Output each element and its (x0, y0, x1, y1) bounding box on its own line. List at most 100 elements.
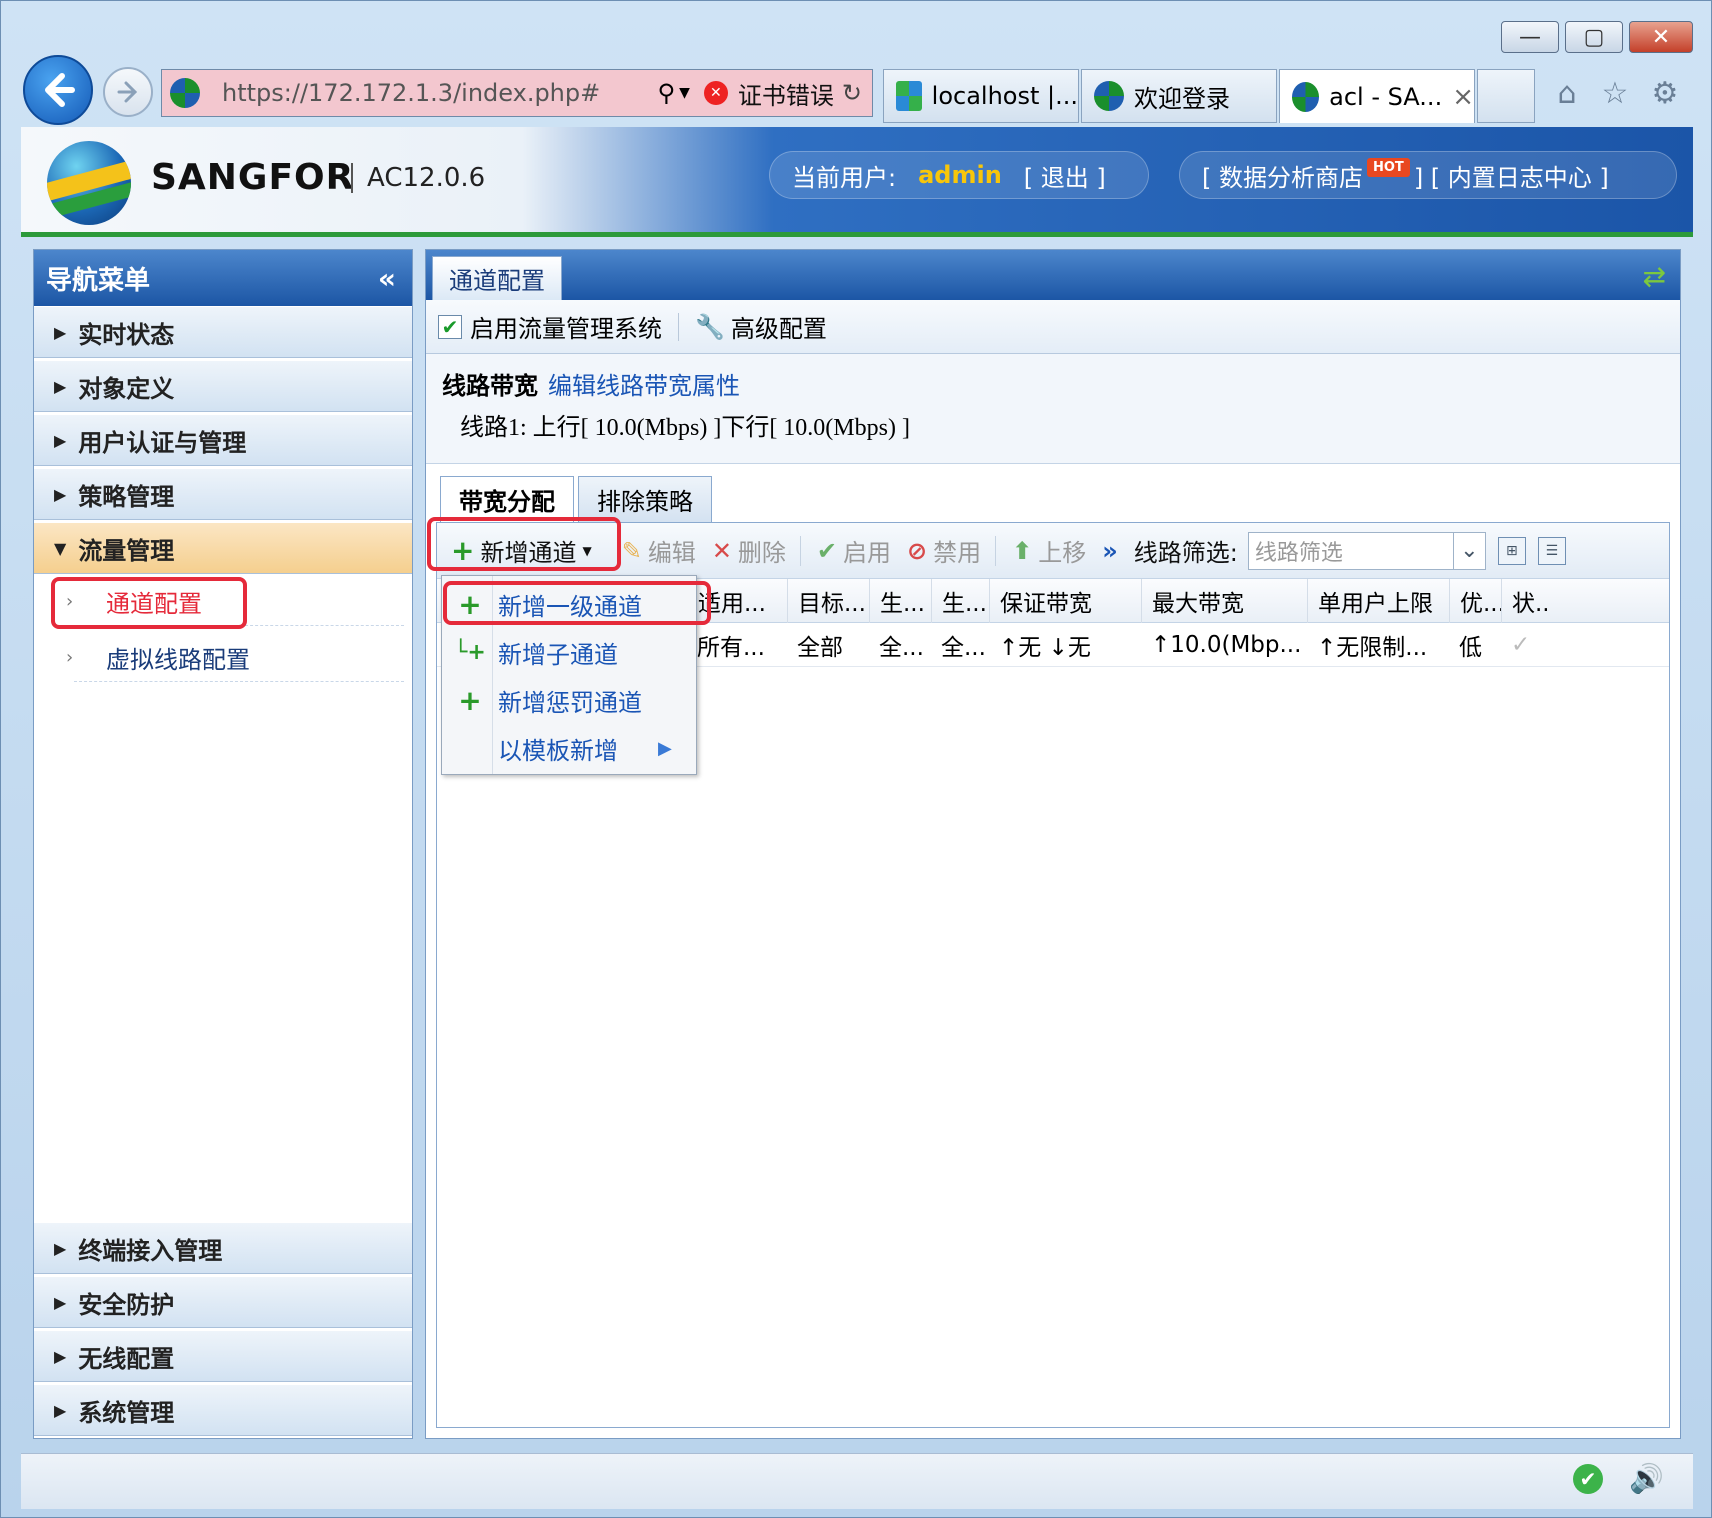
wrench-icon: 🔧 (695, 312, 725, 341)
sidebar-item-system[interactable]: ▶ 系统管理 (34, 1384, 412, 1436)
menu-item-add-sub-channel[interactable]: └+ 新增子通道 (442, 628, 696, 676)
edit-button[interactable]: ✎ 编辑 (622, 533, 696, 568)
delete-x-icon: ✕ (711, 536, 732, 565)
menu-label: 实时状态 (78, 320, 175, 349)
sidebar-item-endpoint[interactable]: ▶ 终端接入管理 (34, 1222, 412, 1274)
move-up-label: 上移 (1038, 539, 1087, 567)
sidebar-item-objects[interactable]: ▶ 对象定义 (34, 360, 412, 412)
line-bandwidth-text: 线路1: 上行[ 10.0(Mbps) ]下行[ 10.0(Mbps) ] (460, 415, 910, 441)
sangfor-favicon-icon (1292, 81, 1320, 112)
expand-arrow-icon: ▶ (54, 376, 67, 396)
address-bar[interactable]: https://172.172.1.3/index.php# ⚲ ▼ ✕ 证书错… (161, 69, 873, 117)
localhost-favicon-icon (896, 81, 922, 111)
refresh-icon[interactable]: ⇄ (1643, 260, 1666, 293)
tab-localhost[interactable]: localhost |... (883, 69, 1079, 123)
expand-all-icon[interactable]: ⊞ (1497, 536, 1526, 565)
check-icon: ✔ (816, 536, 838, 565)
tab-close-icon[interactable]: × (1452, 82, 1474, 112)
sidebar-item-policy[interactable]: ▶ 策略管理 (34, 468, 412, 520)
chevron-down-icon[interactable]: ⌄ (1452, 532, 1485, 569)
favorites-star-icon[interactable]: ☆ (1595, 73, 1635, 113)
status-ok-icon: ✔ (1573, 1464, 1603, 1494)
menu-label: 终端接入管理 (78, 1236, 223, 1265)
menu-item-add-penalty-channel[interactable]: + 新增惩罚通道 (442, 676, 696, 724)
new-tab-button[interactable] (1477, 69, 1535, 123)
enable-label: 启用 (843, 539, 892, 567)
tab-bandwidth-allocation[interactable]: 带宽分配 (440, 476, 574, 522)
divider (799, 535, 801, 566)
enable-button[interactable]: ✔ 启用 (817, 533, 891, 568)
line-filter-select[interactable]: 线路筛选 ⌄ (1247, 531, 1486, 570)
main-panel: 通道配置 ⇄ ✔ 启用流量管理系统 🔧 高级配置 线路带宽 编辑线路带宽属性 线路… (425, 249, 1681, 1439)
cell-max-bw: ↑10.0(Mbp... (1151, 632, 1302, 658)
column-header[interactable]: 状... (1501, 579, 1547, 623)
expand-arrow-icon: ▶ (54, 322, 67, 342)
user-pill: 当前用户: admin [ 退出 ] (769, 151, 1149, 199)
maximize-button[interactable]: ▢ (1565, 21, 1623, 53)
log-center-link[interactable]: ] [ 内置日志中心 ] (1414, 158, 1609, 193)
sidebar-item-users[interactable]: ▶ 用户认证与管理 (34, 414, 412, 466)
tab-label: 欢迎登录 (1134, 84, 1230, 113)
column-header[interactable]: 单用户上限 (1307, 579, 1449, 623)
grid-toolbar: + 新增通道 ▼ ✎ 编辑 ✕ 删除 ✔ 启用 ⊘ 禁用 ⬆ 上移 » 线路筛选: 线路筛… (437, 523, 1669, 579)
sidebar-item-traffic[interactable]: ▼ 流量管理 (34, 522, 412, 574)
menu-label: 用户认证与管理 (78, 428, 247, 457)
settings-gear-icon[interactable]: ⚙ (1645, 73, 1685, 113)
tab-welcome-login[interactable]: 欢迎登录 (1081, 69, 1277, 123)
expand-arrow-icon: ▶ (54, 484, 67, 504)
links-pill: [ 数据分析商店 HOT ] [ 内置日志中心 ] (1179, 151, 1677, 199)
hot-badge: HOT (1367, 157, 1410, 177)
dropdown-icon[interactable]: ▼ (679, 85, 690, 101)
move-up-button[interactable]: ⬆ 上移 (1012, 533, 1086, 568)
sidebar-item-security[interactable]: ▶ 安全防护 (34, 1276, 412, 1328)
advanced-config-link[interactable]: 高级配置 (731, 309, 827, 344)
more-button[interactable]: » (1102, 537, 1118, 565)
search-icon[interactable]: ⚲ (658, 79, 676, 107)
cert-error-label[interactable]: 证书错误 (738, 76, 834, 111)
menu-label: 对象定义 (78, 374, 175, 403)
sound-icon[interactable]: 🔊 (1629, 1462, 1664, 1495)
subitem-label: 虚拟线路配置 (106, 646, 250, 674)
close-window-button[interactable]: ✕ (1629, 21, 1693, 53)
sidebar-item-wireless[interactable]: ▶ 无线配置 (34, 1330, 412, 1382)
delete-button[interactable]: ✕ 删除 (712, 533, 786, 568)
disable-button[interactable]: ⊘ 禁用 (907, 533, 981, 568)
back-button[interactable] (23, 55, 93, 125)
column-settings-icon[interactable]: ☰ (1537, 536, 1566, 565)
url-text[interactable]: https://172.172.1.3/index.php# (222, 79, 658, 107)
tab-exclusion-policy[interactable]: 排除策略 (578, 476, 712, 522)
divider (995, 535, 997, 566)
menu-item-add-from-template[interactable]: 以模板新增 ▶ (442, 724, 696, 772)
disable-label: 禁用 (933, 539, 982, 567)
column-header[interactable]: 生... (869, 579, 931, 623)
sidebar-subitem-virtual-line[interactable]: › 虚拟线路配置 (66, 634, 404, 682)
highlight-box-channel-config (51, 577, 247, 629)
cell-effective-2: 全... (941, 635, 986, 661)
minimize-button[interactable]: — (1501, 21, 1559, 53)
collapse-icon[interactable]: « (378, 262, 396, 295)
column-header[interactable]: 优... (1449, 579, 1501, 623)
sangfor-logo-icon (47, 141, 131, 225)
edit-bandwidth-link[interactable]: 编辑线路带宽属性 (548, 372, 740, 400)
home-icon[interactable]: ⌂ (1547, 73, 1587, 113)
logout-link[interactable]: [ 退出 ] (1024, 158, 1106, 193)
menu-label: 策略管理 (78, 482, 175, 511)
tab-acl[interactable]: acl - SA... × (1279, 69, 1475, 123)
enable-label[interactable]: 启用流量管理系统 (470, 309, 662, 344)
main-tab-bar: 通道配置 ⇄ (426, 250, 1680, 300)
data-shop-link[interactable]: [ 数据分析商店 (1202, 158, 1363, 193)
enable-checkbox[interactable]: ✔ (438, 314, 462, 339)
column-header[interactable]: 最大带宽 (1141, 579, 1307, 623)
sub-tabs: 带宽分配 排除策略 (440, 476, 716, 522)
user-prefix: 当前用户: (792, 163, 897, 192)
expand-arrow-icon: ▶ (54, 1238, 67, 1258)
tab-label: acl - SA... (1329, 82, 1443, 111)
column-header[interactable]: 生... (931, 579, 989, 623)
refresh-icon[interactable]: ↻ (842, 79, 862, 107)
forward-button[interactable] (103, 67, 153, 117)
highlight-box-add-channel (427, 517, 621, 571)
column-header[interactable]: 目标... (787, 579, 869, 623)
column-header[interactable]: 保证带宽 (989, 579, 1141, 623)
sidebar-item-realtime[interactable]: ▶ 实时状态 (34, 306, 412, 358)
tab-channel-config[interactable]: 通道配置 (432, 256, 562, 300)
